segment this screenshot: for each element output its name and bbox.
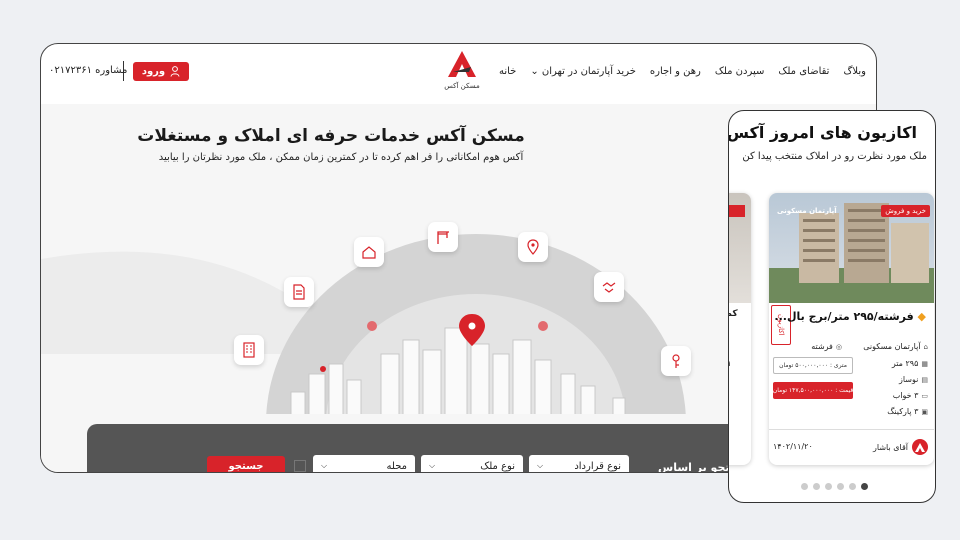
handshake-icon xyxy=(594,272,624,302)
area-icon: ▦ xyxy=(921,359,928,368)
property-type-select[interactable]: نوع ملک ⌵ xyxy=(421,455,523,472)
listing-card[interactable]: آپارتمان مسکونی خرید و فروش اکازیون ◆ فر… xyxy=(769,193,934,465)
consult-phone[interactable]: مشاوره ۰۲۱۷۲۳۶۱ xyxy=(49,65,127,76)
checkbox-icon[interactable] xyxy=(294,460,306,472)
crane-icon xyxy=(428,222,458,252)
area-value: ۲۹۵ متر xyxy=(891,359,919,368)
carousel-pagination xyxy=(801,483,868,490)
neighborhood-select[interactable]: محله ⌵ xyxy=(313,455,415,472)
calendar-icon: ▤ xyxy=(921,375,928,384)
property-type-value: نوع ملک xyxy=(480,460,515,472)
condition-value: نوساز xyxy=(899,375,919,384)
carousel-dot[interactable] xyxy=(813,483,820,490)
total-price: قیمت : ۱۴۷,۵۰۰,۰۰۰,۰۰۰ تومان xyxy=(773,382,853,399)
listing-badge: خرید و فروش xyxy=(881,205,930,217)
chevron-down-icon: ⌵ xyxy=(429,461,436,470)
listing-title[interactable]: ◆ فرشته/۲۹۵ متر/برج بال... xyxy=(774,310,926,323)
listing-image: آپارتمان مسکونی خرید و فروش xyxy=(769,193,934,303)
main-nav: خانه خرید آپارتمان در تهران ⌄ رهن و اجار… xyxy=(499,66,866,77)
key-icon xyxy=(661,346,691,376)
bedrooms-row: ▭ ۳ خواب xyxy=(893,391,928,400)
logo[interactable]: مسکن آکس xyxy=(437,50,487,94)
login-label: ورود xyxy=(141,66,166,77)
agent-avatar xyxy=(912,439,928,455)
login-button[interactable]: ورود xyxy=(133,62,189,81)
contract-type-value: نوع قرارداد xyxy=(574,460,621,472)
parking-icon: ▣ xyxy=(921,407,928,416)
price-per-meter: متری : ۵۰۰,۰۰۰,۰۰۰ تومان xyxy=(773,357,853,374)
listing-badge xyxy=(729,205,745,217)
hero-subtitle: آکس هوم امکاناتی را فر اهم کرده تا در کم… xyxy=(158,152,524,163)
mobile-frame: اکازیون های امروز آکس ملک مورد نظرت رو د… xyxy=(728,110,936,503)
building-icon xyxy=(234,335,264,365)
peek-condition: نو xyxy=(729,374,730,383)
carousel-dot[interactable] xyxy=(825,483,832,490)
chevron-down-icon: ⌵ xyxy=(537,461,544,470)
peek-area: ۴۱ xyxy=(729,359,732,368)
location-pin-icon xyxy=(518,232,548,262)
neighborhood-value: محله xyxy=(386,460,407,472)
search-button[interactable]: جستجو xyxy=(207,456,285,472)
hero-title: مسکن آکس خدمات حرفه ای املاک و مستغلات xyxy=(137,126,525,146)
header: خانه خرید آپارتمان در تهران ⌄ رهن و اجار… xyxy=(41,44,876,104)
document-icon xyxy=(284,277,314,307)
mobile-title: اکازیون های امروز آکس xyxy=(728,123,917,142)
nav-item-list-property[interactable]: سپردن ملک xyxy=(715,66,765,77)
area-row: ▦ ۲۹۵ متر xyxy=(892,359,928,368)
carousel-dot[interactable] xyxy=(849,483,856,490)
location-row: ◎ فرشته xyxy=(811,342,842,351)
bedrooms-value: ۳ خواب xyxy=(892,391,919,400)
bed-icon: ▭ xyxy=(921,391,928,400)
pin-icon: ◎ xyxy=(835,342,842,351)
carousel-dot-active[interactable] xyxy=(861,483,868,490)
nav-item-rent[interactable]: رهن و اجاره xyxy=(650,66,701,77)
nav-item-home[interactable]: خانه xyxy=(499,66,516,77)
carousel-dot[interactable] xyxy=(837,483,844,490)
user-icon xyxy=(170,66,180,77)
listing-image-caption: آپارتمان مسکونی xyxy=(777,207,837,215)
listing-title-text: فرشته/۲۹۵ متر/برج بال... xyxy=(774,310,914,323)
location-value: فرشته xyxy=(811,342,833,351)
nav-item-buy-apartment[interactable]: خرید آپارتمان در تهران ⌄ xyxy=(530,66,636,77)
nav-item-blog[interactable]: وبلاگ xyxy=(843,66,866,77)
condition-row: ▤ نوساز xyxy=(899,375,928,384)
listing-date: ۱۴۰۲/۱۱/۲۰ xyxy=(773,442,813,451)
listing-card-peek[interactable]: کما ۴۱ نو ۳ ۱ xyxy=(729,193,751,465)
contract-type-select[interactable]: نوع قرارداد ⌵ xyxy=(529,455,629,472)
agent-name: آقای باشار xyxy=(873,442,908,452)
mobile-subtitle: ملک مورد نظرت رو در املاک منتخب پیدا کن xyxy=(742,151,927,162)
house-icon xyxy=(354,237,384,267)
property-type-value: آپارتمان مسکونی xyxy=(863,342,921,351)
home-icon: ⌂ xyxy=(923,342,928,351)
logo-text: مسکن آکس xyxy=(444,82,480,90)
carousel-dot[interactable] xyxy=(801,483,808,490)
parking-value: ۳ پارکینگ xyxy=(887,407,919,416)
property-type-row: ⌂ آپارتمان مسکونی xyxy=(863,342,928,351)
logo-icon xyxy=(448,51,476,77)
parking-row: ▣ ۳ پارکینگ xyxy=(887,407,928,416)
agent[interactable]: آقای باشار xyxy=(873,439,928,455)
peek-title: کما xyxy=(729,309,738,319)
chevron-down-icon: ⌵ xyxy=(321,461,328,470)
nav-item-request-property[interactable]: تقاضای ملک xyxy=(778,66,829,77)
card-divider xyxy=(769,429,934,430)
diamond-icon: ◆ xyxy=(917,310,926,323)
